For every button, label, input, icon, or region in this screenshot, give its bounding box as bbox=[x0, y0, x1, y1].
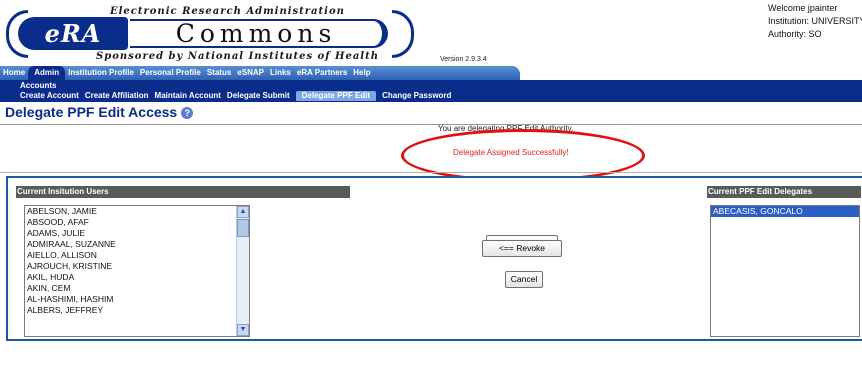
nav-esnap[interactable]: eSNAP bbox=[234, 66, 267, 80]
nav-era-partners[interactable]: eRA Partners bbox=[294, 66, 350, 80]
subnav-change-password[interactable]: Change Password bbox=[382, 91, 451, 101]
list-item[interactable]: ALBERS, JEFFREY bbox=[25, 305, 249, 316]
logo-tagline-bottom: Sponsored by National Institutes of Heal… bbox=[96, 51, 379, 62]
user-info: Welcome jpainter Institution: UNIVERSITY… bbox=[768, 2, 862, 41]
list-item[interactable]: ADAMS, JULIE bbox=[25, 228, 249, 239]
nav-institution-profile[interactable]: Institution Profile bbox=[65, 66, 137, 80]
authority-text: Authority: SO bbox=[768, 29, 822, 39]
logo-commons: Commons bbox=[130, 19, 388, 48]
nav-status[interactable]: Status bbox=[204, 66, 234, 80]
page-title-text: Delegate PPF Edit Access bbox=[5, 104, 178, 120]
welcome-text: Welcome jpainter bbox=[768, 3, 838, 13]
divider bbox=[0, 172, 862, 173]
users-scrollbar[interactable]: ▲ ▼ bbox=[236, 206, 249, 336]
logo-tagline-top: Electronic Research Administration bbox=[110, 6, 345, 17]
institution-users-listbox[interactable]: ABELSON, JAMIE ABSOOD, AFAF ADAMS, JULIE… bbox=[24, 205, 250, 337]
nav-help[interactable]: Help bbox=[350, 66, 373, 80]
nav-personal-profile[interactable]: Personal Profile bbox=[137, 66, 204, 80]
delegates-list-header: Current PPF Edit Delegates bbox=[707, 186, 861, 198]
era-commons-logo[interactable]: Electronic Research Administration eRA C… bbox=[4, 2, 434, 66]
subnav-links: Create Account Create Affiliation Mainta… bbox=[20, 91, 457, 101]
subnav-delegate-ppf-edit[interactable]: Delegate PPF Edit bbox=[295, 91, 377, 101]
subnav-maintain-account[interactable]: Maintain Account bbox=[155, 91, 221, 101]
question-circle-icon[interactable]: ? bbox=[181, 107, 194, 120]
list-item[interactable]: AL-HASHIMI, HASHIM bbox=[25, 294, 249, 305]
list-item[interactable]: ABSOOD, AFAF bbox=[25, 217, 249, 228]
page-header: Electronic Research Administration eRA C… bbox=[0, 0, 862, 66]
list-item[interactable]: AKIL, HUDA bbox=[25, 272, 249, 283]
subnav-create-account[interactable]: Create Account bbox=[20, 91, 79, 101]
list-item[interactable]: AKIN, CEM bbox=[25, 283, 249, 294]
list-item[interactable]: ADMIRAAL, SUZANNE bbox=[25, 239, 249, 250]
highlight-oval bbox=[401, 129, 645, 182]
list-item[interactable]: ABECASIS, GONCALO bbox=[711, 206, 859, 217]
logo-right-arc bbox=[392, 10, 414, 58]
list-item[interactable]: ABELSON, JAMIE bbox=[25, 206, 249, 217]
scroll-up-icon[interactable]: ▲ bbox=[237, 206, 249, 218]
list-item[interactable]: AJROUCH, KRISTINE bbox=[25, 261, 249, 272]
nav-admin[interactable]: Admin bbox=[28, 66, 66, 80]
subnav-create-affiliation[interactable]: Create Affiliation bbox=[85, 91, 149, 101]
nav-home[interactable]: Home bbox=[0, 66, 28, 80]
scroll-down-icon[interactable]: ▼ bbox=[237, 324, 249, 336]
delegate-form-panel: Current Insitution Users Current PPF Edi… bbox=[6, 176, 862, 341]
page-title: Delegate PPF Edit Access? bbox=[5, 104, 194, 120]
logo-era: eRA bbox=[18, 17, 128, 50]
cancel-button[interactable]: Cancel bbox=[505, 271, 543, 288]
main-nav: Home Admin Institution Profile Personal … bbox=[0, 66, 862, 80]
subnav-section-label: Accounts bbox=[20, 81, 57, 90]
list-item[interactable]: AIELLO, ALLISON bbox=[25, 250, 249, 261]
version-label: Version 2.9.3.4 bbox=[440, 56, 487, 63]
scrollbar-thumb[interactable] bbox=[237, 219, 249, 237]
sub-nav: Accounts Create Account Create Affiliati… bbox=[0, 80, 862, 102]
institution-text: Institution: UNIVERSITY bbox=[768, 16, 862, 26]
nav-tabstrip: Home Admin Institution Profile Personal … bbox=[0, 66, 520, 80]
ppf-edit-delegates-listbox[interactable]: ABECASIS, GONCALO bbox=[710, 205, 860, 337]
divider bbox=[0, 124, 862, 125]
subnav-delegate-submit[interactable]: Delegate Submit bbox=[227, 91, 290, 101]
revoke-button[interactable]: <== Revoke bbox=[482, 240, 562, 257]
nav-links[interactable]: Links bbox=[267, 66, 294, 80]
users-list-header: Current Insitution Users bbox=[16, 186, 350, 198]
